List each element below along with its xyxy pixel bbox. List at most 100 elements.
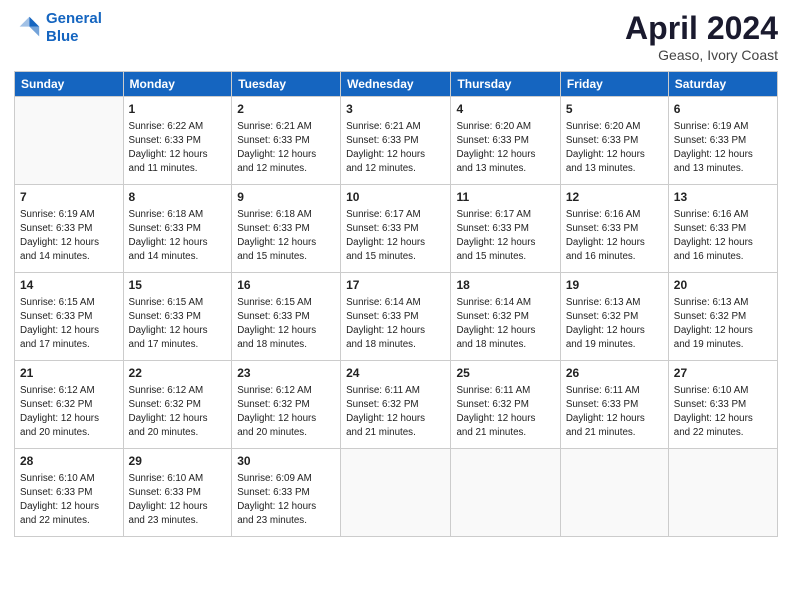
day-number: 27	[674, 365, 772, 382]
calendar-header: SundayMondayTuesdayWednesdayThursdayFrid…	[15, 72, 778, 97]
day-info: Sunrise: 6:19 AM Sunset: 6:33 PM Dayligh…	[674, 120, 772, 177]
day-number: 19	[566, 277, 663, 294]
calendar-cell: 17 Sunrise: 6:14 AM Sunset: 6:33 PM Dayli…	[341, 273, 451, 361]
calendar-cell: 7Sunrise: 6:19 AM Sunset: 6:33 PM Daylig…	[15, 185, 124, 273]
day-info: Sunrise: 6:15 AM Sunset: 6:33 PM Dayligh…	[129, 296, 227, 353]
day-info: Sunrise: 6:21 AM Sunset: 6:33 PM Dayligh…	[237, 120, 335, 177]
calendar-cell: 27 Sunrise: 6:10 AM Sunset: 6:33 PM Dayli…	[668, 361, 777, 449]
day-info: Sunrise: 6:14 AM Sunset: 6:33 PM Dayligh…	[346, 296, 445, 353]
calendar-row: 1Sunrise: 6:22 AM Sunset: 6:33 PM Daylig…	[15, 97, 778, 185]
calendar-cell: 13 Sunrise: 6:16 AM Sunset: 6:33 PM Dayli…	[668, 185, 777, 273]
day-number: 12	[566, 189, 663, 206]
logo-icon	[14, 14, 42, 42]
calendar-cell: 14Sunrise: 6:15 AM Sunset: 6:33 PM Dayli…	[15, 273, 124, 361]
day-number: 5	[566, 101, 663, 118]
day-info: Sunrise: 6:15 AM Sunset: 6:33 PM Dayligh…	[237, 296, 335, 353]
day-info: Sunrise: 6:11 AM Sunset: 6:32 PM Dayligh…	[456, 384, 554, 441]
day-number: 25	[456, 365, 554, 382]
day-number: 18	[456, 277, 554, 294]
day-info: Sunrise: 6:13 AM Sunset: 6:32 PM Dayligh…	[674, 296, 772, 353]
day-info: Sunrise: 6:21 AM Sunset: 6:33 PM Dayligh…	[346, 120, 445, 177]
calendar-cell: 6 Sunrise: 6:19 AM Sunset: 6:33 PM Daylig…	[668, 97, 777, 185]
day-number: 3	[346, 101, 445, 118]
calendar-cell: 23 Sunrise: 6:12 AM Sunset: 6:32 PM Dayli…	[232, 361, 341, 449]
calendar-cell: 24Sunrise: 6:11 AM Sunset: 6:32 PM Dayli…	[341, 361, 451, 449]
calendar-row: 28 Sunrise: 6:10 AM Sunset: 6:33 PM Dayli…	[15, 449, 778, 537]
day-info: Sunrise: 6:18 AM Sunset: 6:33 PM Dayligh…	[129, 208, 227, 265]
day-number: 4	[456, 101, 554, 118]
calendar-cell: 18 Sunrise: 6:14 AM Sunset: 6:32 PM Dayli…	[451, 273, 560, 361]
calendar-cell: 29 Sunrise: 6:10 AM Sunset: 6:33 PM Dayli…	[123, 449, 232, 537]
day-number: 23	[237, 365, 335, 382]
day-info: Sunrise: 6:14 AM Sunset: 6:32 PM Dayligh…	[456, 296, 554, 353]
weekday-header: Sunday	[15, 72, 124, 97]
calendar-cell: 10Sunrise: 6:17 AM Sunset: 6:33 PM Dayli…	[341, 185, 451, 273]
day-number: 9	[237, 189, 335, 206]
page: General Blue April 2024 Geaso, Ivory Coa…	[0, 0, 792, 612]
day-number: 29	[129, 453, 227, 470]
logo-line1: General	[46, 10, 102, 27]
day-number: 8	[129, 189, 227, 206]
calendar-cell: 21Sunrise: 6:12 AM Sunset: 6:32 PM Dayli…	[15, 361, 124, 449]
day-info: Sunrise: 6:11 AM Sunset: 6:33 PM Dayligh…	[566, 384, 663, 441]
day-number: 15	[129, 277, 227, 294]
logo-line2: Blue	[46, 28, 79, 45]
day-number: 10	[346, 189, 445, 206]
day-info: Sunrise: 6:09 AM Sunset: 6:33 PM Dayligh…	[237, 472, 335, 529]
weekday-header: Saturday	[668, 72, 777, 97]
day-number: 20	[674, 277, 772, 294]
location-title: Geaso, Ivory Coast	[625, 47, 778, 63]
calendar-cell: 20 Sunrise: 6:13 AM Sunset: 6:32 PM Dayli…	[668, 273, 777, 361]
calendar-row: 7Sunrise: 6:19 AM Sunset: 6:33 PM Daylig…	[15, 185, 778, 273]
day-number: 13	[674, 189, 772, 206]
day-number: 30	[237, 453, 335, 470]
day-info: Sunrise: 6:10 AM Sunset: 6:33 PM Dayligh…	[20, 472, 118, 529]
calendar-cell: 2Sunrise: 6:21 AM Sunset: 6:33 PM Daylig…	[232, 97, 341, 185]
day-info: Sunrise: 6:16 AM Sunset: 6:33 PM Dayligh…	[674, 208, 772, 265]
calendar-cell: 1Sunrise: 6:22 AM Sunset: 6:33 PM Daylig…	[123, 97, 232, 185]
day-info: Sunrise: 6:18 AM Sunset: 6:33 PM Dayligh…	[237, 208, 335, 265]
calendar-cell: 4 Sunrise: 6:20 AM Sunset: 6:33 PM Daylig…	[451, 97, 560, 185]
calendar-cell: 22 Sunrise: 6:12 AM Sunset: 6:32 PM Dayli…	[123, 361, 232, 449]
day-info: Sunrise: 6:20 AM Sunset: 6:33 PM Dayligh…	[456, 120, 554, 177]
day-info: Sunrise: 6:12 AM Sunset: 6:32 PM Dayligh…	[237, 384, 335, 441]
title-block: April 2024 Geaso, Ivory Coast	[625, 10, 778, 63]
day-info: Sunrise: 6:17 AM Sunset: 6:33 PM Dayligh…	[456, 208, 554, 265]
calendar-cell: 9 Sunrise: 6:18 AM Sunset: 6:33 PM Daylig…	[232, 185, 341, 273]
header: General Blue April 2024 Geaso, Ivory Coa…	[14, 10, 778, 63]
day-info: Sunrise: 6:12 AM Sunset: 6:32 PM Dayligh…	[129, 384, 227, 441]
calendar-cell: 25 Sunrise: 6:11 AM Sunset: 6:32 PM Dayli…	[451, 361, 560, 449]
calendar-cell	[560, 449, 668, 537]
weekday-header: Monday	[123, 72, 232, 97]
day-info: Sunrise: 6:12 AM Sunset: 6:32 PM Dayligh…	[20, 384, 118, 441]
calendar-cell: 15 Sunrise: 6:15 AM Sunset: 6:33 PM Dayli…	[123, 273, 232, 361]
weekday-row: SundayMondayTuesdayWednesdayThursdayFrid…	[15, 72, 778, 97]
day-number: 22	[129, 365, 227, 382]
calendar-cell: 8 Sunrise: 6:18 AM Sunset: 6:33 PM Daylig…	[123, 185, 232, 273]
day-number: 6	[674, 101, 772, 118]
day-number: 14	[20, 277, 118, 294]
month-title: April 2024	[625, 10, 778, 47]
calendar-cell: 3 Sunrise: 6:21 AM Sunset: 6:33 PM Daylig…	[341, 97, 451, 185]
calendar-cell: 19 Sunrise: 6:13 AM Sunset: 6:32 PM Dayli…	[560, 273, 668, 361]
day-number: 26	[566, 365, 663, 382]
calendar-cell	[668, 449, 777, 537]
calendar-cell: 5 Sunrise: 6:20 AM Sunset: 6:33 PM Daylig…	[560, 97, 668, 185]
day-info: Sunrise: 6:19 AM Sunset: 6:33 PM Dayligh…	[20, 208, 118, 265]
weekday-header: Thursday	[451, 72, 560, 97]
calendar-cell: 26 Sunrise: 6:11 AM Sunset: 6:33 PM Dayli…	[560, 361, 668, 449]
day-info: Sunrise: 6:13 AM Sunset: 6:32 PM Dayligh…	[566, 296, 663, 353]
logo: General Blue	[14, 10, 102, 46]
calendar-cell: 11Sunrise: 6:17 AM Sunset: 6:33 PM Dayli…	[451, 185, 560, 273]
calendar: SundayMondayTuesdayWednesdayThursdayFrid…	[14, 71, 778, 537]
day-info: Sunrise: 6:11 AM Sunset: 6:32 PM Dayligh…	[346, 384, 445, 441]
day-number: 28	[20, 453, 118, 470]
weekday-header: Tuesday	[232, 72, 341, 97]
day-info: Sunrise: 6:20 AM Sunset: 6:33 PM Dayligh…	[566, 120, 663, 177]
day-number: 17	[346, 277, 445, 294]
calendar-cell	[341, 449, 451, 537]
day-info: Sunrise: 6:10 AM Sunset: 6:33 PM Dayligh…	[674, 384, 772, 441]
day-info: Sunrise: 6:10 AM Sunset: 6:33 PM Dayligh…	[129, 472, 227, 529]
calendar-cell: 12Sunrise: 6:16 AM Sunset: 6:33 PM Dayli…	[560, 185, 668, 273]
calendar-row: 14 Sunrise: 6:15 AM Sunset: 6:33 PM Dayli…	[15, 273, 778, 361]
